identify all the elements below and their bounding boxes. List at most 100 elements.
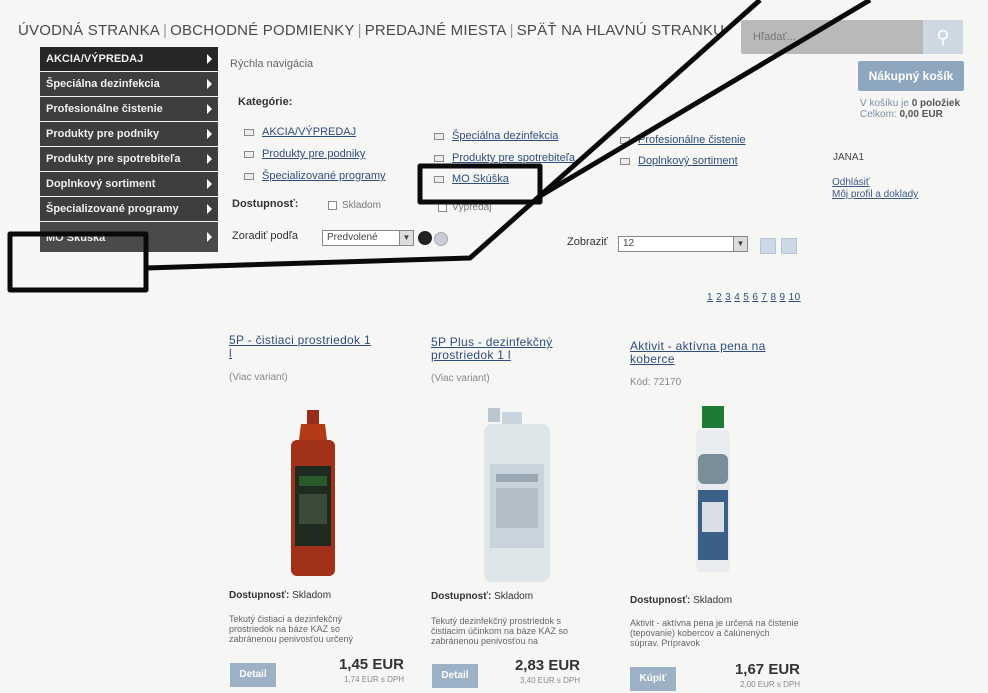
page-link[interactable]: 9 xyxy=(780,292,786,303)
product-title-link[interactable]: 5P - čistiaci prostriedok 1l xyxy=(229,334,371,360)
in-stock-checkbox[interactable]: Skladom xyxy=(328,200,381,211)
sidebar: AKCIA/VÝPREDAJ Špeciálna dezinfekcia Pro… xyxy=(40,47,218,253)
profile-link[interactable]: Môj profil a doklady xyxy=(832,189,918,201)
availability-label: Dostupnosť: xyxy=(232,198,299,210)
sale-checkbox[interactable]: Výpredaj xyxy=(438,202,491,213)
page-link[interactable]: 3 xyxy=(725,292,731,303)
page-link[interactable]: 10 xyxy=(789,292,801,303)
detail-button[interactable]: Detail xyxy=(230,663,276,687)
sort-select[interactable]: Predvolené ▼ xyxy=(322,230,414,246)
page-link[interactable]: 2 xyxy=(716,292,722,303)
checkbox-label: Výpredaj xyxy=(452,202,492,213)
logout-link[interactable]: Odhlásiť xyxy=(832,177,918,189)
buy-button[interactable]: Kúpiť xyxy=(630,667,676,691)
list-view-icon[interactable] xyxy=(781,238,797,254)
nav-separator: | xyxy=(357,22,362,39)
product-description: Tekutý čistiaci a dezinfekčný prostriedo… xyxy=(229,614,353,644)
folder-icon xyxy=(434,132,444,140)
product-price-vat: 1,74 EUR s DPH xyxy=(343,675,404,684)
chevron-right-icon xyxy=(207,104,212,114)
category-label: AKCIA/VÝPREDAJ xyxy=(262,126,357,138)
account-links: Odhlásiť Môj profil a doklady xyxy=(832,177,918,201)
pagination: 1 2 3 4 5 6 7 8 9 10 xyxy=(707,292,804,303)
cart-button[interactable]: Nákupný košík xyxy=(858,61,964,91)
page-link[interactable]: 8 xyxy=(770,292,776,303)
nav-home-link[interactable]: ÚVODNÁ STRANKA xyxy=(18,22,160,39)
sidebar-item-produkty-pre-podniky[interactable]: Produkty pre podniky xyxy=(40,122,218,146)
show-label: Zobraziť xyxy=(567,236,608,248)
nav-separator: | xyxy=(163,22,168,39)
sidebar-item-label: Špecializované programy xyxy=(46,203,179,215)
product-image[interactable] xyxy=(478,408,556,586)
availability-label: Dostupnosť: xyxy=(431,591,492,602)
product-price-vat: 2,00 EUR s DPH xyxy=(739,680,800,689)
sidebar-item-specialna-dezinfekcia[interactable]: Špeciálna dezinfekcia xyxy=(40,72,218,96)
category-link-specialna-dezinfekcia[interactable]: Špeciálna dezinfekcia xyxy=(434,130,558,142)
detail-button[interactable]: Detail xyxy=(432,664,478,688)
product-image[interactable] xyxy=(285,410,341,580)
page-link[interactable]: 7 xyxy=(761,292,767,303)
category-label: Špecializované programy xyxy=(262,170,386,182)
chevron-right-icon xyxy=(207,204,212,214)
search-box: ⚲ xyxy=(741,20,963,54)
nav-separator: | xyxy=(509,22,514,39)
category-link-profesionalne-cistenie[interactable]: Profesionálne čistenie xyxy=(620,134,746,146)
product-title-line: 5P - čistiaci prostriedok 1 xyxy=(229,333,371,347)
categories-title: Kategórie: xyxy=(238,96,293,108)
sidebar-item-produkty-pre-spotrebitela[interactable]: Produkty pre spotrebiteľa xyxy=(40,147,218,171)
breadcrumb: Rýchla navigácia xyxy=(230,58,314,70)
search-input[interactable] xyxy=(753,27,903,47)
chevron-right-icon xyxy=(207,232,212,242)
chevron-right-icon xyxy=(207,129,212,139)
folder-icon xyxy=(620,136,630,144)
category-link-mo-skuska[interactable]: MO Skúška xyxy=(434,173,509,185)
user-name: JANA1 xyxy=(833,152,865,163)
product-image[interactable] xyxy=(690,406,736,576)
nav-stores-link[interactable]: PREDAJNÉ MIESTA xyxy=(365,22,507,39)
product-title-link[interactable]: Aktivit - aktívna pena na koberce xyxy=(630,340,766,366)
show-select[interactable]: 12 ▼ xyxy=(618,236,748,252)
sidebar-item-profesionalne-cistenie[interactable]: Profesionálne čistenie xyxy=(40,97,218,121)
page-link[interactable]: 4 xyxy=(734,292,740,303)
chevron-down-icon: ▼ xyxy=(733,237,747,251)
sort-ascending-icon[interactable] xyxy=(418,231,432,245)
chevron-right-icon xyxy=(207,179,212,189)
sidebar-item-doplnkovy-sortiment[interactable]: Doplnkový sortiment xyxy=(40,172,218,196)
product-price: 1,45 EUR xyxy=(338,656,404,673)
folder-icon xyxy=(244,172,254,180)
page-link[interactable]: 6 xyxy=(752,292,758,303)
checkbox-label: Skladom xyxy=(342,200,381,211)
cart-count-prefix: V košíku je xyxy=(860,98,909,109)
category-link-specializovane-programy[interactable]: Špecializované programy xyxy=(244,170,386,182)
category-link-produkty-pre-spotrebitela[interactable]: Produkty pre spotrebiteľa xyxy=(434,152,575,164)
category-link-doplnkovy-sortiment[interactable]: Doplnkový sortiment xyxy=(620,155,738,167)
category-link-akcia[interactable]: AKCIA/VÝPREDAJ xyxy=(244,126,356,138)
page-link[interactable]: 1 xyxy=(707,292,713,303)
sort-descending-icon[interactable] xyxy=(434,232,448,246)
checkbox-box xyxy=(438,202,447,212)
chevron-right-icon xyxy=(207,54,212,64)
nav-terms-link[interactable]: OBCHODNÉ PODMIENKY xyxy=(170,22,354,39)
checkbox-box xyxy=(328,200,337,210)
sidebar-item-label: AKCIA/VÝPREDAJ xyxy=(46,53,144,65)
sidebar-item-akcia[interactable]: AKCIA/VÝPREDAJ xyxy=(40,47,218,71)
availability-value: Skladom xyxy=(292,590,332,601)
sidebar-item-mo-skuska[interactable]: MO Skúška xyxy=(40,222,218,252)
availability-value: Skladom xyxy=(494,591,534,602)
category-label: Produkty pre spotrebiteľa xyxy=(452,152,576,164)
folder-icon xyxy=(244,128,254,136)
availability-value: Skladom xyxy=(693,595,733,606)
nav-back-link[interactable]: SPÄŤ NA HLAVNÚ STRANKU xyxy=(517,22,725,39)
category-label: MO Skúška xyxy=(452,173,509,185)
grid-view-icon[interactable] xyxy=(760,238,776,254)
page-link[interactable]: 5 xyxy=(743,292,749,303)
category-link-produkty-pre-podniky[interactable]: Produkty pre podniky xyxy=(244,148,365,160)
sort-label: Zoradiť podľa xyxy=(232,230,299,242)
search-button[interactable]: ⚲ xyxy=(923,20,963,54)
cart-count: 0 položiek xyxy=(911,98,961,109)
cart-summary: V košíku je 0 položiek Celkom: 0,00 EUR xyxy=(860,98,960,120)
sidebar-item-label: Špeciálna dezinfekcia xyxy=(46,78,160,90)
product-title-link[interactable]: 5P Plus - dezinfekčný prostriedok 1 l xyxy=(431,336,552,362)
product-description: Aktivit - aktívna pena je určená na čist… xyxy=(630,618,799,648)
sidebar-item-specializovane-programy[interactable]: Špecializované programy xyxy=(40,197,218,221)
